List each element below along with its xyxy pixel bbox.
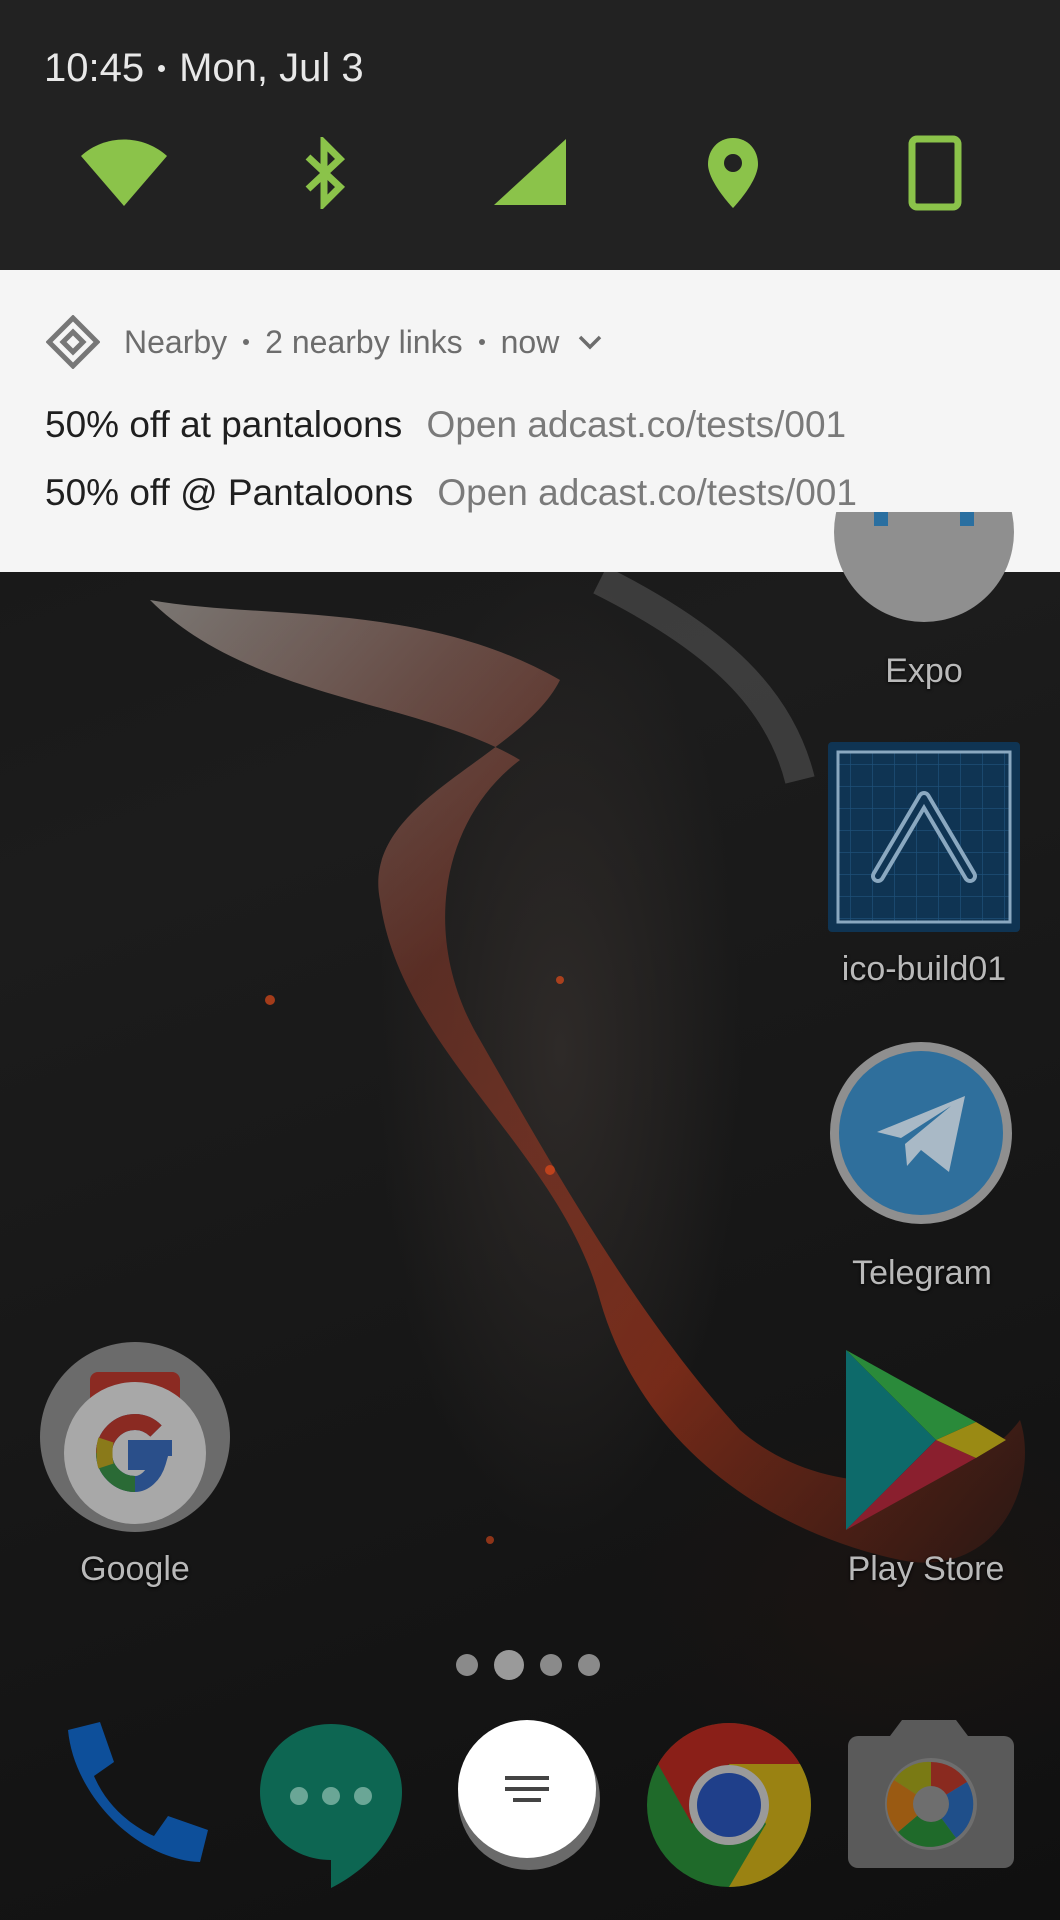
bluetooth-icon <box>305 137 346 209</box>
bluetooth-tile[interactable] <box>275 128 375 218</box>
dock-camera[interactable] <box>846 1720 1014 1880</box>
hangouts-icon <box>260 1724 402 1888</box>
chevron-down-icon[interactable] <box>577 333 603 351</box>
cell-signal-tile[interactable] <box>480 128 580 218</box>
dock-chrome[interactable] <box>644 1720 811 1887</box>
chrome-icon <box>647 1723 811 1887</box>
separator-dot <box>478 339 485 345</box>
notification-item-text: Open adcast.co/tests/001 <box>437 472 857 513</box>
notification-summary: 2 nearby links <box>265 323 463 360</box>
wifi-tile[interactable] <box>74 128 174 218</box>
dock-hangouts[interactable] <box>256 1720 416 1888</box>
app-ico-build01[interactable]: ico-build01 <box>828 742 1020 992</box>
page-dot <box>540 1654 562 1676</box>
dock-app-drawer[interactable] <box>458 1720 618 1880</box>
notification-app-name: Nearby <box>124 323 228 360</box>
nearby-icon <box>46 315 100 369</box>
app-telegram[interactable]: Telegram <box>830 1042 1018 1292</box>
location-icon <box>708 138 758 208</box>
quick-settings-panel: 10:45 Mon, Jul 3 <box>0 0 1060 270</box>
page-indicator[interactable] <box>456 1650 600 1680</box>
telegram-icon <box>830 1042 1012 1224</box>
wifi-icon <box>81 139 167 206</box>
notification-item-title: 50% off at pantaloons <box>45 404 403 445</box>
camera-icon <box>848 1720 1014 1868</box>
app-play-store[interactable]: Play Store <box>846 1350 1006 1600</box>
separator-dot <box>243 339 250 345</box>
notification-item[interactable]: 50% off at pantaloons Open adcast.co/tes… <box>45 404 846 446</box>
auto-rotate-icon <box>908 135 962 211</box>
date-text: Mon, Jul 3 <box>179 46 364 90</box>
notification-header: Nearby 2 nearby links now <box>46 315 603 369</box>
app-label: ico-build01 <box>841 950 1007 988</box>
location-tile[interactable] <box>683 128 783 218</box>
app-google-folder[interactable]: Google <box>40 1342 230 1602</box>
page-dot <box>456 1654 478 1676</box>
notification-item-title: 50% off @ Pantaloons <box>45 472 414 513</box>
page-dot-active <box>494 1650 524 1680</box>
page-dot <box>578 1654 600 1676</box>
status-time-date[interactable]: 10:45 Mon, Jul 3 <box>44 46 364 91</box>
cell-signal-icon <box>494 139 566 205</box>
app-label: Play Store <box>847 1550 1005 1588</box>
google-folder-icon <box>40 1342 230 1532</box>
notification-item-text: Open adcast.co/tests/001 <box>426 404 847 445</box>
separator-dot <box>158 65 166 72</box>
clock-time: 10:45 <box>44 46 145 90</box>
app-expo[interactable]: Expo <box>834 512 1014 692</box>
ico-build-icon <box>828 742 1020 932</box>
auto-rotate-tile[interactable] <box>885 128 985 218</box>
phone-icon <box>68 1722 208 1862</box>
notification-time: now <box>500 323 560 360</box>
app-label: Expo <box>885 652 963 690</box>
notification-item[interactable]: 50% off @ Pantaloons Open adcast.co/test… <box>45 472 857 514</box>
dock-phone[interactable] <box>50 1720 210 1880</box>
expo-icon <box>834 512 1014 622</box>
app-label: Google <box>80 1550 190 1588</box>
app-drawer-icon <box>458 1720 596 1858</box>
play-store-icon <box>846 1350 1006 1530</box>
app-label: Telegram <box>852 1254 992 1292</box>
